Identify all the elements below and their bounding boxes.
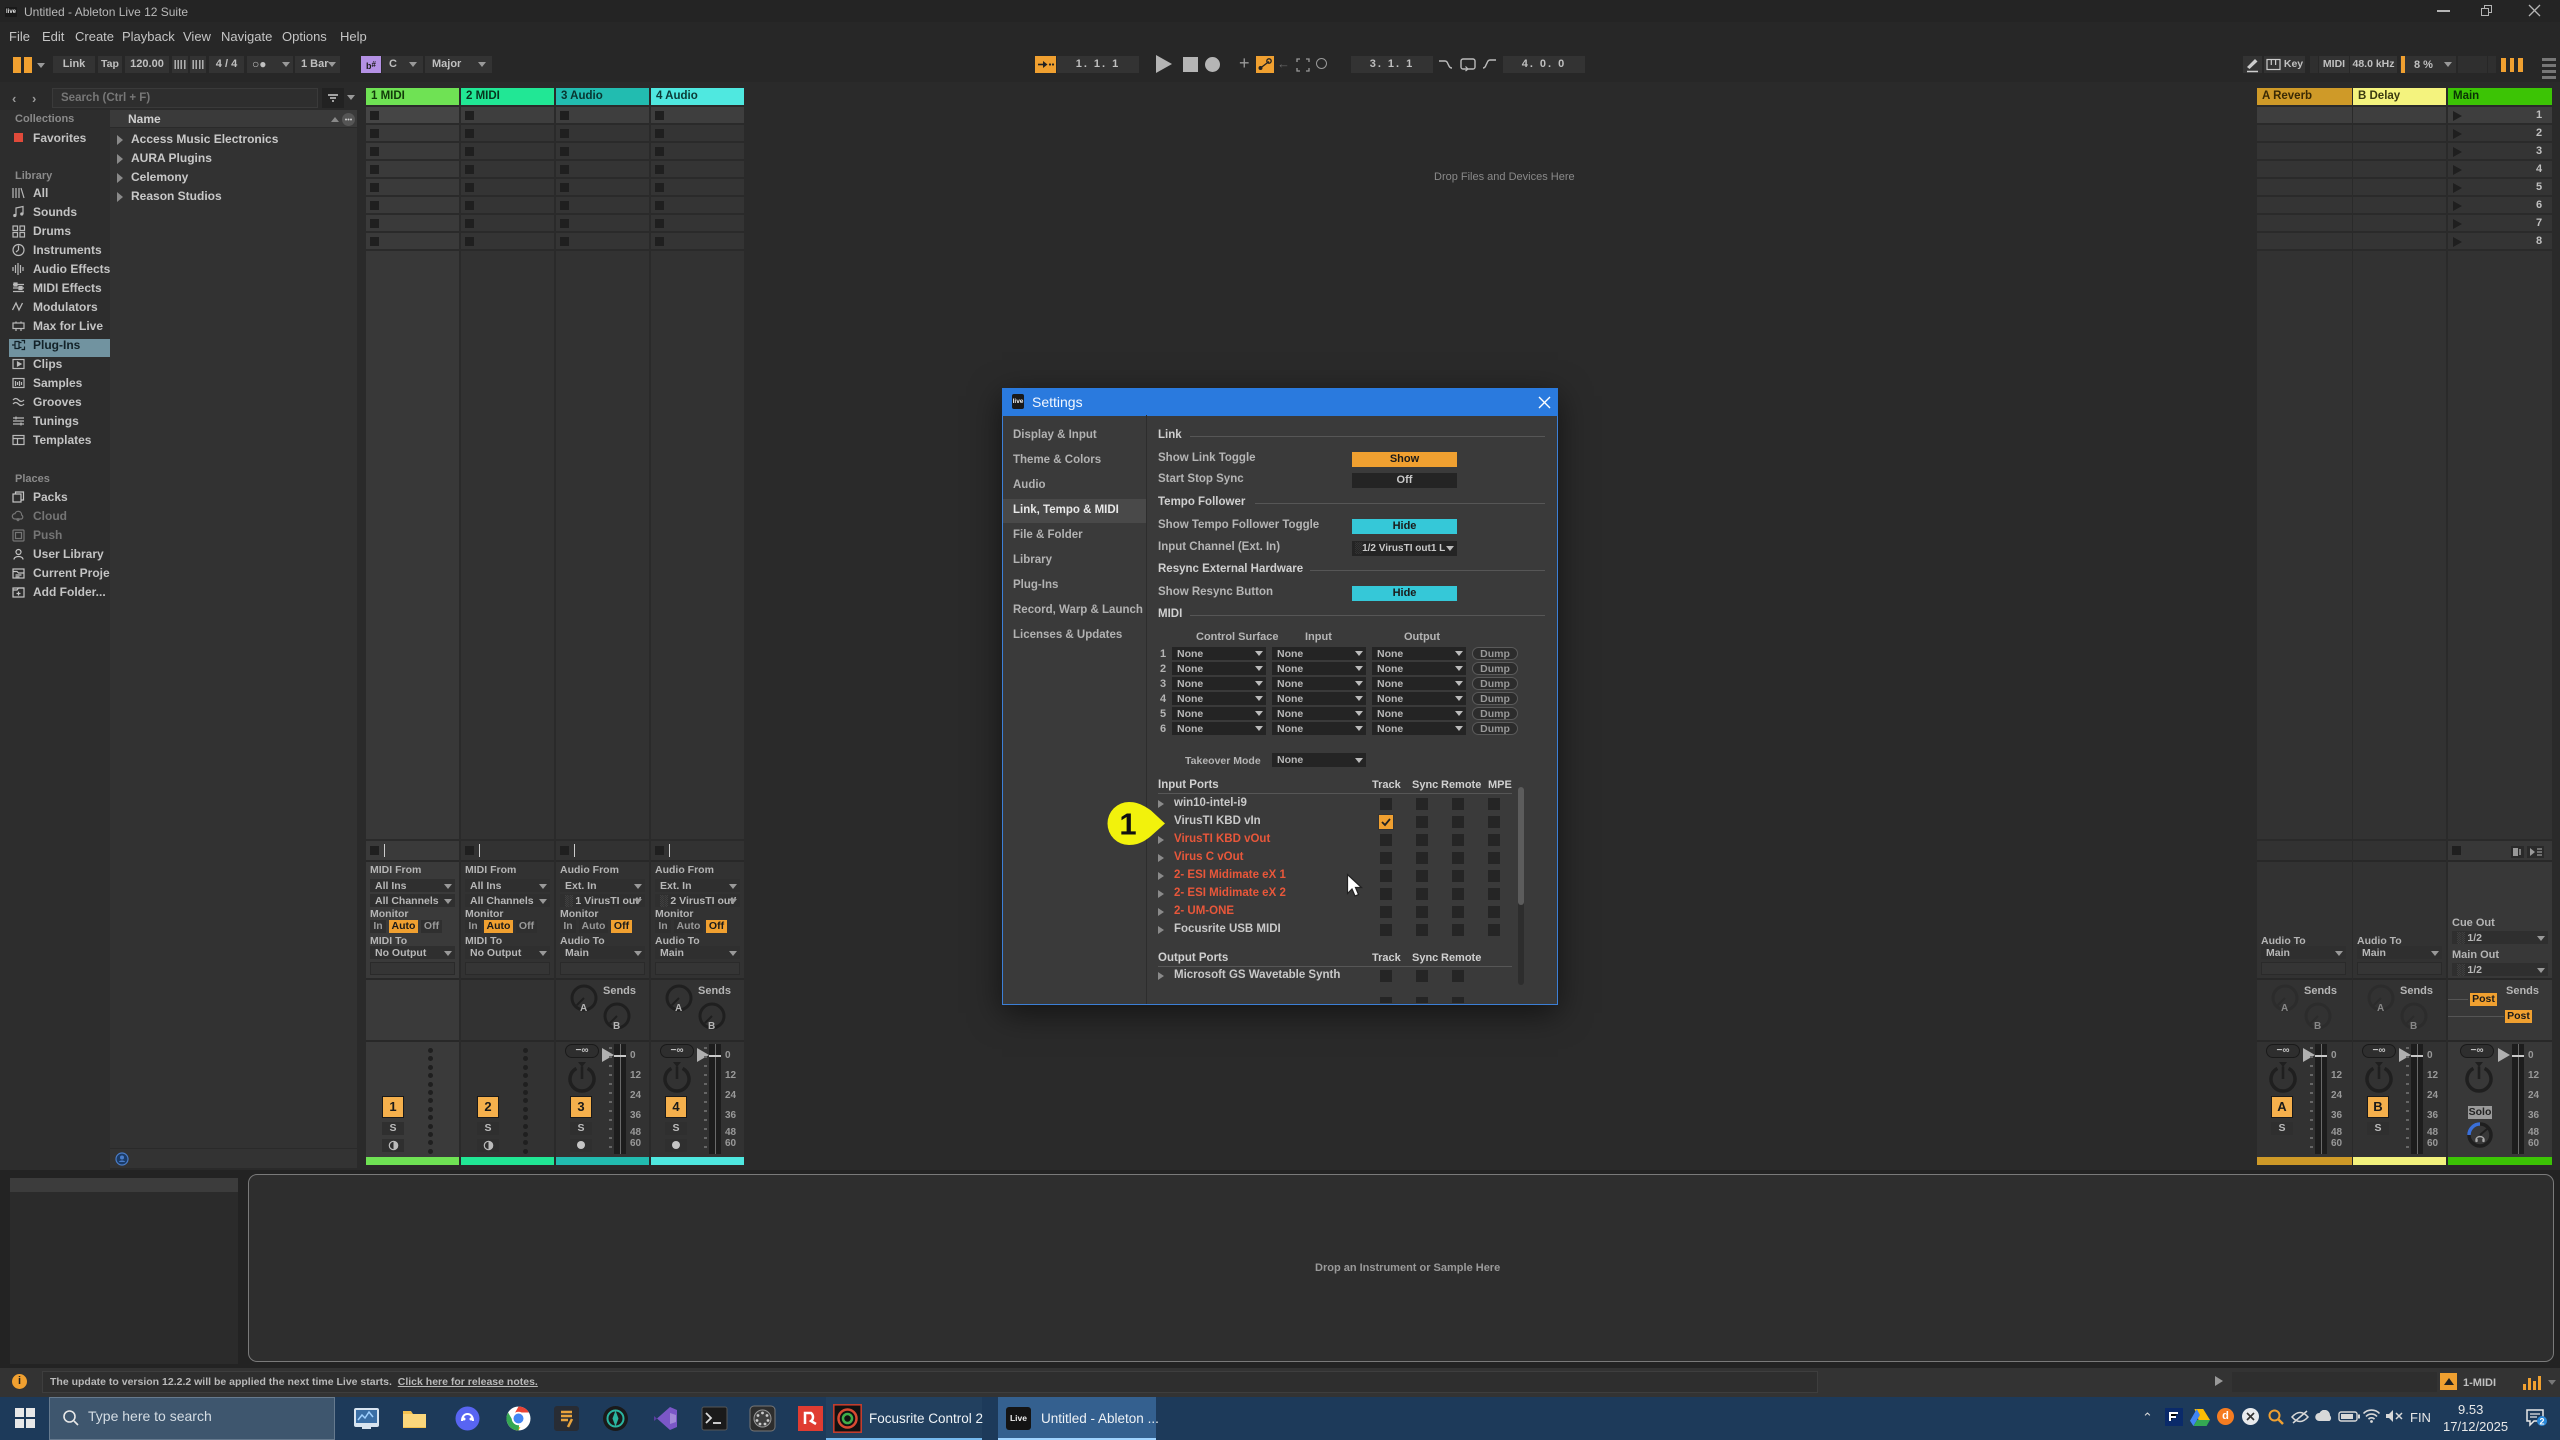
svg-text:1: 1 (1119, 807, 1136, 842)
svg-text:2: 2 (2539, 1417, 2544, 1427)
